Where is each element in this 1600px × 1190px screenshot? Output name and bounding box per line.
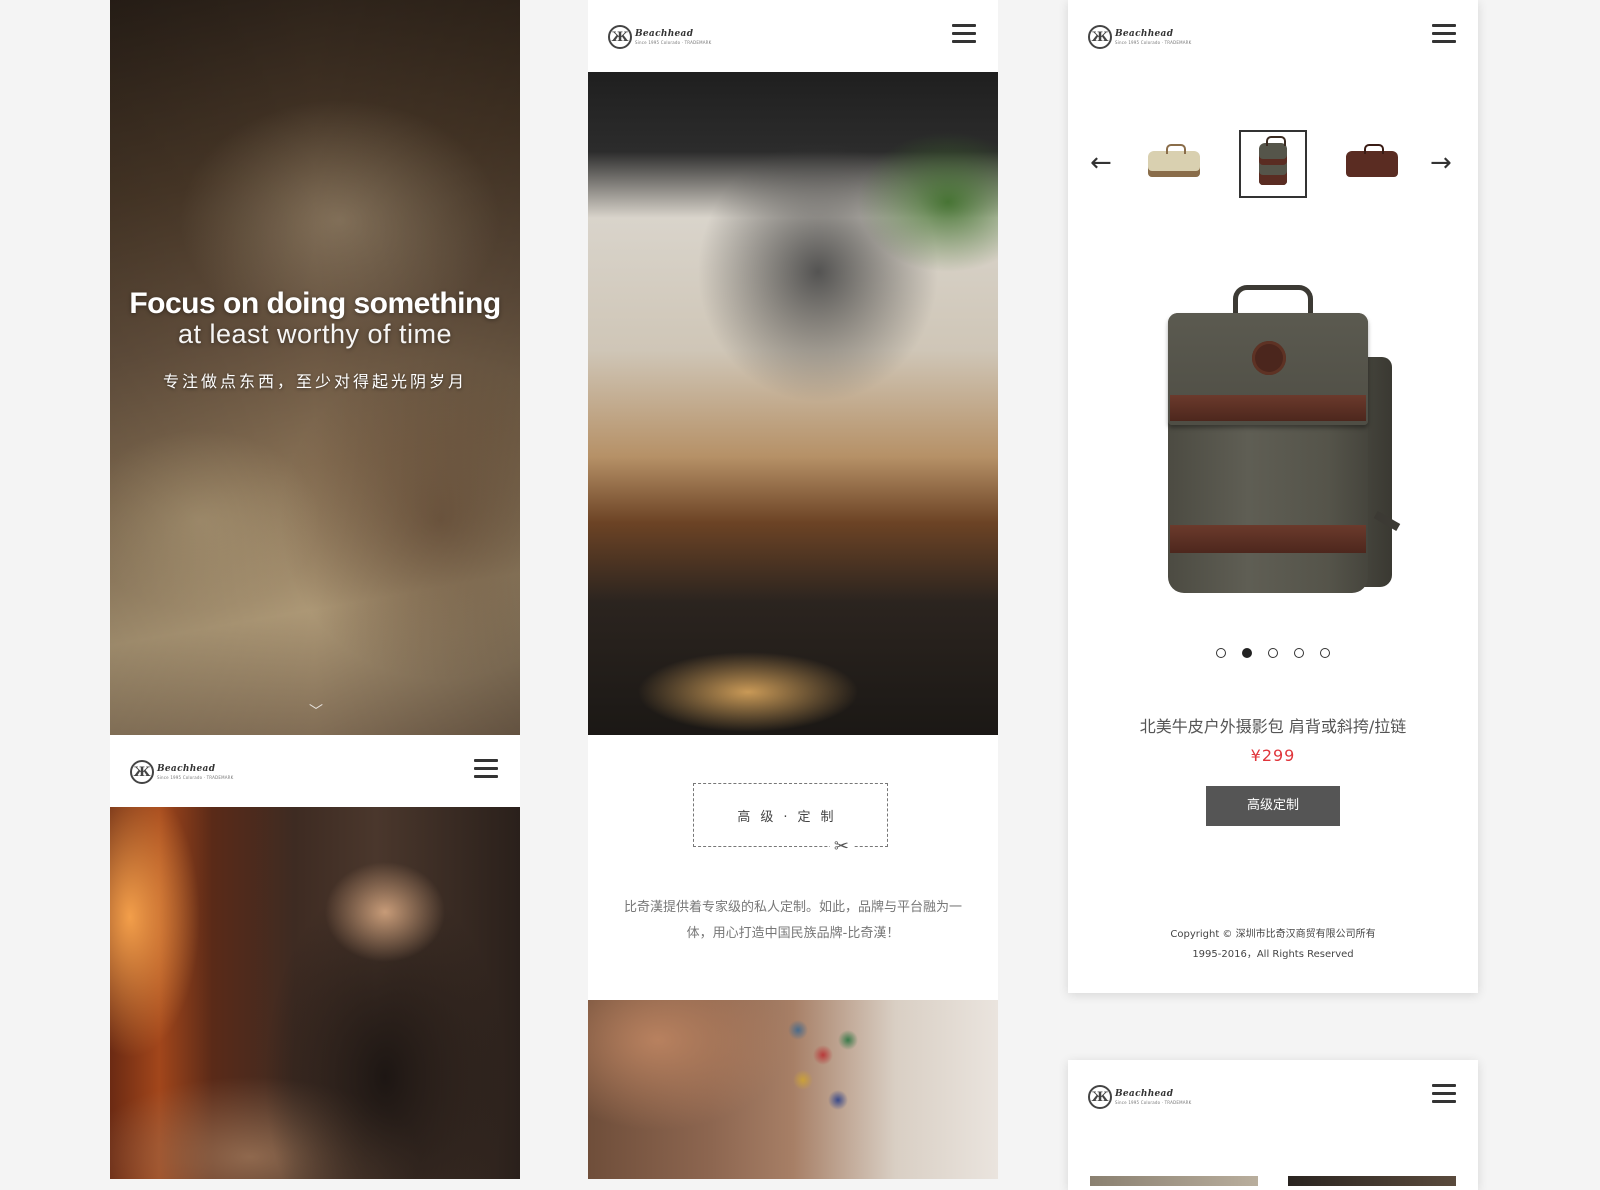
custom-tailoring-label: 高级·定制 bbox=[737, 810, 844, 825]
brand-logo[interactable]: Ж Beachhead Since 1995 Colorado · TRADEM… bbox=[608, 22, 711, 52]
beige-bag-image bbox=[1148, 144, 1200, 177]
hamburger-menu-icon[interactable] bbox=[1432, 24, 1456, 44]
brand-tagline: Since 1995 Colorado · TRADEMARK bbox=[635, 39, 712, 45]
olive-backpack-image bbox=[1259, 136, 1287, 185]
custom-tailoring-badge[interactable]: 高级·定制 ✂ bbox=[693, 783, 888, 857]
brand-wordmark: Beachhead bbox=[1115, 1088, 1174, 1099]
pagination-dot-active[interactable] bbox=[1242, 648, 1252, 658]
header: Ж Beachhead Since 1995 Colorado · TRADEM… bbox=[1068, 1060, 1478, 1132]
brand-wordmark: Beachhead bbox=[635, 28, 694, 39]
scissors-icon: ✂ bbox=[829, 836, 853, 857]
chevron-down-icon[interactable]: ﹀ bbox=[309, 701, 323, 721]
thumbnail-olive-backpack[interactable] bbox=[1239, 130, 1307, 198]
product-main-image bbox=[1158, 285, 1398, 615]
collection-image-left[interactable] bbox=[1090, 1176, 1258, 1186]
brand-mark-icon: Ж bbox=[130, 760, 154, 784]
custom-order-button[interactable]: 高级定制 bbox=[1206, 786, 1340, 826]
custom-description: 比奇漢提供着专家级的私人定制。如此，品牌与平台融为一体，用心打造中国民族品牌-比… bbox=[623, 900, 962, 941]
hamburger-menu-icon[interactable] bbox=[1432, 1084, 1456, 1104]
brand-tagline: Since 1995 Colorado · TRADEMARK bbox=[1115, 1099, 1192, 1105]
brand-mark-icon: Ж bbox=[1088, 1085, 1112, 1109]
brown-bag-image bbox=[1346, 144, 1398, 177]
header: Ж Beachhead Since 1995 Colorado · TRADEM… bbox=[110, 735, 520, 807]
hero-title: Focus on doing something bbox=[129, 287, 501, 320]
copyright-text: Copyright © 深圳市比奇汉商贸有限公司所有 bbox=[1170, 929, 1376, 940]
hero-slogan: 专注做点东西，至少对得起光阴岁月 bbox=[162, 372, 467, 391]
product-price: ¥299 bbox=[1250, 746, 1296, 765]
copyright-years: 1995-2016，All Rights Reserved bbox=[1192, 949, 1354, 960]
header: Ж Beachhead Since 1995 Colorado · TRADEM… bbox=[588, 0, 998, 72]
header: Ж Beachhead Since 1995 Colorado · TRADEM… bbox=[1068, 0, 1478, 72]
brand-logo[interactable]: Ж Beachhead Since 1995 Colorado · TRADEM… bbox=[130, 757, 233, 787]
brand-mark-icon: Ж bbox=[608, 25, 632, 49]
pagination-dot[interactable] bbox=[1268, 648, 1278, 658]
mobile-screen-store: Ж Beachhead Since 1995 Colorado · TRADEM… bbox=[588, 0, 998, 1179]
pagination-dot[interactable] bbox=[1320, 648, 1330, 658]
arrow-right-icon[interactable]: → bbox=[1430, 148, 1452, 178]
carousel-pagination bbox=[1068, 648, 1478, 658]
brand-logo[interactable]: Ж Beachhead Since 1995 Colorado · TRADEM… bbox=[1088, 22, 1191, 52]
arrow-left-icon[interactable]: ← bbox=[1090, 148, 1112, 178]
product-name: 北美牛皮户外摄影包 肩背或斜挎/拉链 bbox=[1139, 717, 1407, 736]
product-thumbnail-carousel: ← → bbox=[1068, 130, 1478, 198]
pagination-dot[interactable] bbox=[1216, 648, 1226, 658]
hamburger-menu-icon[interactable] bbox=[474, 759, 498, 779]
brand-logo[interactable]: Ж Beachhead Since 1995 Colorado · TRADEM… bbox=[1088, 1082, 1191, 1112]
brand-mark-icon: Ж bbox=[1088, 25, 1112, 49]
hamburger-menu-icon[interactable] bbox=[952, 24, 976, 44]
brand-tagline: Since 1995 Colorado · TRADEMARK bbox=[157, 774, 234, 780]
hero-subtitle: at least worthy of time bbox=[177, 319, 453, 349]
mobile-screen-home: Focus on doing something at least worthy… bbox=[110, 0, 520, 1179]
mobile-screen-product: Ж Beachhead Since 1995 Colorado · TRADEM… bbox=[1068, 0, 1478, 993]
brand-wordmark: Beachhead bbox=[1115, 28, 1174, 39]
thumbnail-beige-bag[interactable] bbox=[1140, 130, 1208, 198]
store-interior-photo bbox=[588, 72, 998, 735]
mobile-screen-collection: Ж Beachhead Since 1995 Colorado · TRADEM… bbox=[1068, 1060, 1478, 1190]
craftsman-thread-photo bbox=[588, 1000, 998, 1179]
thumbnail-brown-bag[interactable] bbox=[1338, 130, 1406, 198]
brand-tagline: Since 1995 Colorado · TRADEMARK bbox=[1115, 39, 1192, 45]
bag-logo-badge bbox=[1252, 341, 1286, 375]
collection-image-right[interactable] bbox=[1288, 1176, 1456, 1186]
brand-wordmark: Beachhead bbox=[157, 763, 216, 774]
hero-workshop-photo: Focus on doing something at least worthy… bbox=[110, 0, 520, 735]
pagination-dot[interactable] bbox=[1294, 648, 1304, 658]
gentleman-suit-photo bbox=[110, 807, 520, 1179]
